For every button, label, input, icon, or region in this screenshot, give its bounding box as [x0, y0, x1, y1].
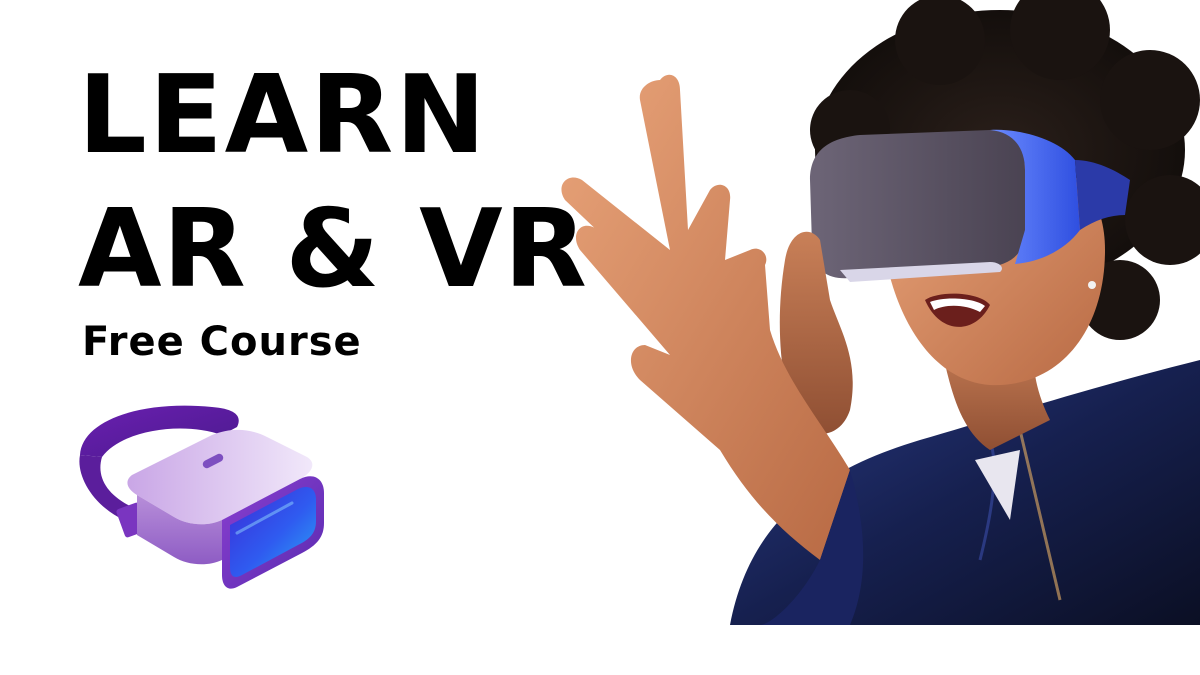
subtitle-free-course: Free Course: [82, 319, 362, 365]
headline-learn: LEARN: [78, 53, 488, 178]
vr-headset-icon: [79, 405, 324, 589]
person-with-vr-headset-photo: [561, 0, 1200, 625]
thumbnail-banner: LEARN AR & VR Free Course: [0, 0, 1200, 675]
headline-ar-vr: AR & VR: [78, 187, 588, 312]
